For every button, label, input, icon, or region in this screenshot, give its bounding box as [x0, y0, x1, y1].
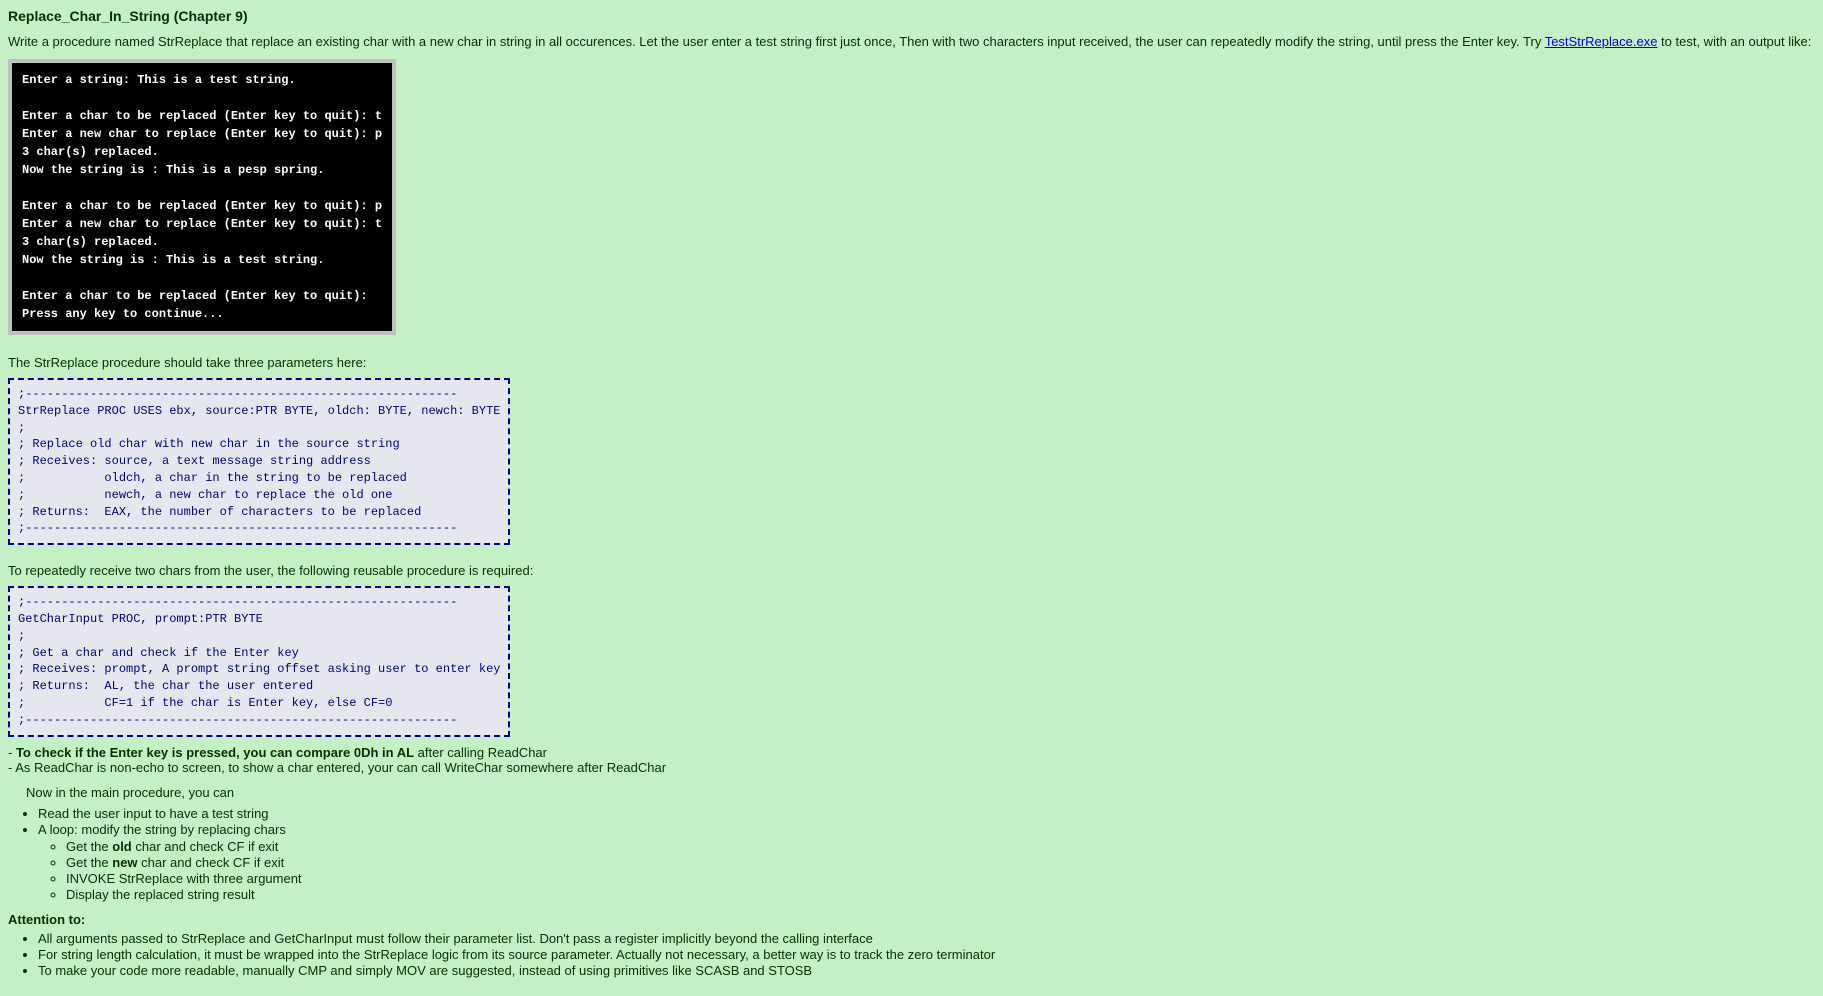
- exe-link[interactable]: TestStrReplace.exe: [1545, 34, 1658, 49]
- list-item: To make your code more readable, manuall…: [38, 963, 1815, 978]
- list-item: Get the old char and check CF if exit: [66, 839, 1815, 854]
- list-item: Display the replaced string result: [66, 887, 1815, 902]
- t: Get the: [66, 839, 112, 854]
- t: old: [112, 839, 132, 854]
- code-block-1: ;---------------------------------------…: [8, 378, 510, 545]
- note-1-suffix: after calling ReadChar: [414, 745, 547, 760]
- note-2: - As ReadChar is non-echo to screen, to …: [8, 760, 1815, 775]
- paragraph-1: The StrReplace procedure should take thr…: [8, 355, 1815, 370]
- t: Get the: [66, 855, 112, 870]
- note-1: - To check if the Enter key is pressed, …: [8, 745, 1815, 760]
- list-item: Get the new char and check CF if exit: [66, 855, 1815, 870]
- code-block-2: ;---------------------------------------…: [8, 586, 510, 736]
- t: char and check CF if exit: [138, 855, 285, 870]
- intro-text-before: Write a procedure named StrReplace that …: [8, 34, 1545, 49]
- paragraph-2: To repeatedly receive two chars from the…: [8, 563, 1815, 578]
- page-title: Replace_Char_In_String (Chapter 9): [8, 8, 1815, 24]
- list-item: All arguments passed to StrReplace and G…: [38, 931, 1815, 946]
- list-item: INVOKE StrReplace with three argument: [66, 871, 1815, 886]
- intro-paragraph: Write a procedure named StrReplace that …: [8, 34, 1815, 49]
- main-intro: Now in the main procedure, you can: [26, 785, 1815, 800]
- note-1-bold: To check if the Enter key is pressed, yo…: [16, 745, 414, 760]
- list-item: A loop: modify the string by replacing c…: [38, 822, 1815, 902]
- note-1-prefix: -: [8, 745, 16, 760]
- list-item-text: A loop: modify the string by replacing c…: [38, 822, 286, 837]
- list-item: Read the user input to have a test strin…: [38, 806, 1815, 821]
- t: char and check CF if exit: [132, 839, 279, 854]
- sub-list: Get the old char and check CF if exit Ge…: [38, 839, 1815, 902]
- intro-text-after: to test, with an output like:: [1657, 34, 1811, 49]
- console-output: Enter a string: This is a test string. E…: [8, 59, 396, 335]
- main-list: Read the user input to have a test strin…: [8, 806, 1815, 902]
- t: new: [112, 855, 137, 870]
- list-item: For string length calculation, it must b…: [38, 947, 1815, 962]
- attention-title: Attention to:: [8, 912, 1815, 927]
